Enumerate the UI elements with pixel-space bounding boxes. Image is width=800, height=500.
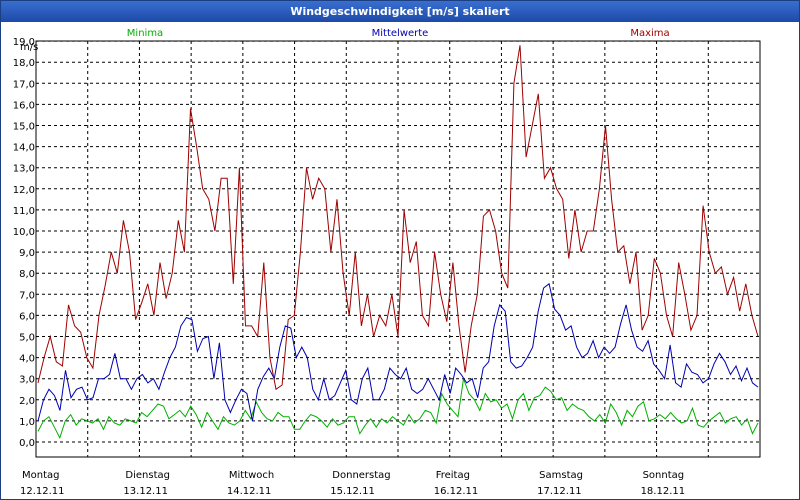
y-axis-unit: m/s xyxy=(20,42,38,53)
day-name-label: Mittwoch xyxy=(229,470,274,481)
legend-mittelwerte: Mittelwerte xyxy=(372,28,429,39)
day-name-label: Freitag xyxy=(436,470,470,481)
y-tick-label: 6,0 xyxy=(19,311,35,322)
day-date-label: 13.12.11 xyxy=(123,486,168,497)
y-tick-label: 7,0 xyxy=(19,290,35,301)
y-tick-label: 18,0 xyxy=(13,58,35,69)
legend-minima: Minima xyxy=(127,28,163,39)
legend-maxima: Maxima xyxy=(630,28,669,39)
day-date-label: 12.12.11 xyxy=(20,486,65,497)
day-name-label: Sonntag xyxy=(643,470,685,481)
y-tick-label: 4,0 xyxy=(19,354,35,365)
x-axis-day-labels: Montag 12.12.11 Dienstag 13.12.11 Mittwoch 14… xyxy=(20,470,685,497)
y-tick-label: 9,0 xyxy=(19,248,35,259)
series-line-mittelwerte xyxy=(37,282,759,422)
day-date-label: 17.12.11 xyxy=(537,486,582,497)
day-name-label: Dienstag xyxy=(125,470,170,481)
day-date-label: 16.12.11 xyxy=(434,486,479,497)
wind-chart: 0,0 1,0 2,0 3,0 4,0 5,0 6,0 7,0 8,0 9,0 10,0 11,0 12… xyxy=(13,28,761,497)
y-tick-label: 0,0 xyxy=(19,438,35,449)
day-date-label: 15.12.11 xyxy=(330,486,375,497)
y-tick-label: 3,0 xyxy=(19,375,35,386)
y-tick-label: 2,0 xyxy=(19,396,35,407)
day-name-label: Montag xyxy=(22,470,59,481)
y-tick-label: 8,0 xyxy=(19,269,35,280)
y-tick-label: 14,0 xyxy=(13,143,35,154)
grid xyxy=(36,40,760,457)
day-date-label: 14.12.11 xyxy=(227,486,272,497)
y-tick-label: 12,0 xyxy=(13,185,35,196)
y-tick-label: 16,0 xyxy=(13,100,35,111)
day-date-label: 18.12.11 xyxy=(641,486,686,497)
y-tick-label: 5,0 xyxy=(19,333,35,344)
y-tick-label: 13,0 xyxy=(13,164,35,175)
day-name-label: Samstag xyxy=(539,470,583,481)
y-tick-label: 11,0 xyxy=(13,206,35,217)
day-name-label: Donnerstag xyxy=(332,470,390,481)
y-tick-label: 10,0 xyxy=(13,227,35,238)
y-tick-label: 15,0 xyxy=(13,122,35,133)
y-tick-label: 1,0 xyxy=(19,417,35,428)
y-tick-label: 17,0 xyxy=(13,79,35,90)
y-axis-ticks: 0,0 1,0 2,0 3,0 4,0 5,0 6,0 7,0 8,0 9,0 10,0 11,0 12… xyxy=(13,37,35,449)
